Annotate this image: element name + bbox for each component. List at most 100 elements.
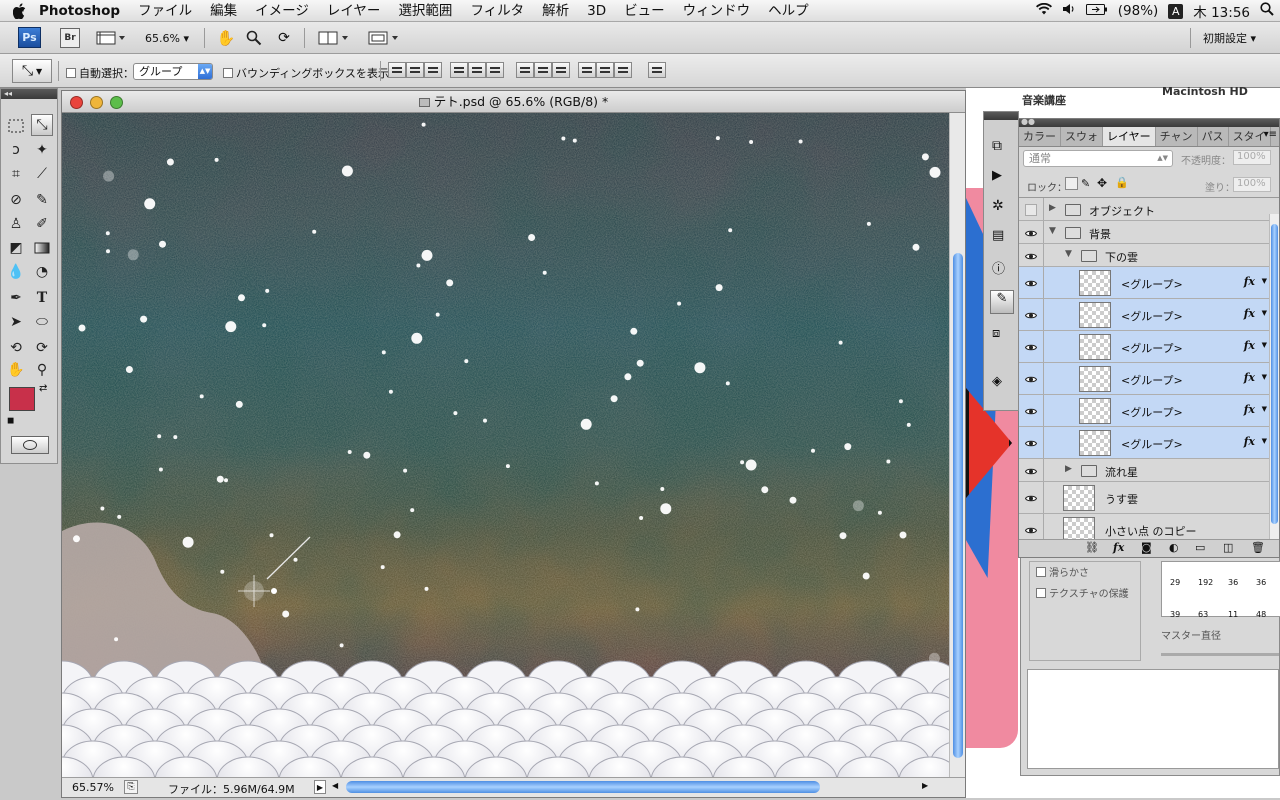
- adjustment-layer-icon[interactable]: ◐: [1169, 541, 1179, 554]
- layer-thumbnail[interactable]: [1079, 398, 1111, 424]
- brush-size[interactable]: 48: [1256, 610, 1266, 619]
- align-top-edges-button[interactable]: [388, 62, 406, 78]
- layer-row[interactable]: ▶ 流れ星: [1019, 459, 1269, 482]
- align-horizontal-centers-button[interactable]: [468, 62, 486, 78]
- tab-swatches[interactable]: スウォ: [1061, 127, 1103, 146]
- lasso-tool-icon[interactable]: ↄ: [5, 139, 27, 161]
- crop-tool-icon[interactable]: ⌗: [5, 163, 27, 185]
- pen-tool-icon[interactable]: ✒: [5, 287, 27, 309]
- expand-effects-icon[interactable]: ▼: [1262, 341, 1267, 349]
- document-canvas[interactable]: [62, 113, 951, 779]
- visibility-eye-icon[interactable]: [1024, 342, 1038, 351]
- smoothing-option[interactable]: 滑らかさ: [1036, 564, 1134, 579]
- wifi-icon[interactable]: [1035, 2, 1052, 19]
- texture-protect-option[interactable]: テクスチャの保護: [1036, 585, 1134, 600]
- layer-effects-icon[interactable]: fx: [1244, 403, 1255, 416]
- layer-row[interactable]: <グループ> fx ▼: [1019, 427, 1269, 459]
- opacity-input[interactable]: 100%: [1233, 150, 1271, 165]
- distribute-bottom-button[interactable]: [552, 62, 570, 78]
- zoom-level-dropdown[interactable]: 65.6% ▾: [140, 28, 194, 48]
- chevron-right-icon[interactable]: ▶: [1065, 464, 1072, 474]
- lock-transparency-icon[interactable]: [1065, 177, 1078, 190]
- volume-icon[interactable]: [1062, 3, 1076, 19]
- align-right-edges-button[interactable]: [486, 62, 504, 78]
- expand-effects-icon[interactable]: ▼: [1262, 405, 1267, 413]
- visibility-eye-icon[interactable]: [1024, 438, 1038, 447]
- visibility-eye-icon[interactable]: [1024, 406, 1038, 415]
- checkbox-box[interactable]: [1036, 567, 1046, 577]
- menu-window[interactable]: ウィンドウ: [674, 0, 760, 22]
- input-method-indicator[interactable]: A: [1168, 3, 1184, 19]
- marquee-tool-icon[interactable]: [5, 115, 27, 137]
- menu-view[interactable]: ビュー: [615, 0, 674, 22]
- brushes-panel-icon[interactable]: ✎: [990, 290, 1014, 314]
- navigator-panel-icon[interactable]: ✲: [992, 198, 1004, 214]
- layer-effects-icon[interactable]: fx: [1244, 275, 1255, 288]
- visibility-eye-icon[interactable]: [1024, 493, 1038, 502]
- align-vertical-centers-button[interactable]: [406, 62, 424, 78]
- layer-row[interactable]: ▶ オブジェクト: [1019, 198, 1269, 221]
- brush-size[interactable]: 11: [1228, 610, 1238, 619]
- default-colors-icon[interactable]: ◼: [7, 416, 14, 426]
- info-panel-icon[interactable]: ⓘ: [992, 258, 1005, 277]
- gradient-tool-icon[interactable]: [31, 237, 53, 259]
- lock-all-icon[interactable]: 🔒: [1115, 176, 1129, 189]
- delete-layer-icon[interactable]: 🗑: [1251, 541, 1265, 554]
- document-title-bar[interactable]: テト.psd @ 65.6% (RGB/8) *: [62, 91, 965, 113]
- status-menu-icon[interactable]: ⎘: [124, 780, 138, 794]
- menu-layer[interactable]: レイヤー: [318, 0, 390, 22]
- histogram-panel-icon[interactable]: ▤: [992, 228, 1004, 243]
- clone-source-panel-icon[interactable]: ⧈: [992, 326, 1000, 341]
- layer-effects-icon[interactable]: fx: [1244, 307, 1255, 320]
- menu-filter[interactable]: フィルタ: [461, 0, 533, 22]
- checkbox-box[interactable]: [223, 68, 233, 78]
- battery-icon[interactable]: [1085, 3, 1108, 19]
- layer-row[interactable]: 小さい点 のコピー: [1019, 514, 1269, 541]
- menu-help[interactable]: ヘルプ: [759, 0, 818, 22]
- view-extras-button[interactable]: [94, 28, 128, 48]
- chevron-right-icon[interactable]: ▶: [1049, 203, 1056, 213]
- dodge-tool-icon[interactable]: ◔: [31, 261, 53, 283]
- swap-colors-icon[interactable]: ⇄: [39, 383, 47, 394]
- visibility-eye-icon[interactable]: [1024, 251, 1038, 260]
- layer-row[interactable]: うす雲: [1019, 482, 1269, 514]
- workspace-switcher[interactable]: 初期設定 ▾: [1190, 28, 1268, 48]
- visibility-eye-icon[interactable]: [1024, 228, 1038, 237]
- layer-thumbnail[interactable]: [1063, 485, 1095, 511]
- tab-channels[interactable]: チャン: [1156, 127, 1198, 146]
- close-window-button[interactable]: [70, 96, 83, 109]
- tool-preset-picker[interactable]: ⤡ ▼: [12, 59, 52, 83]
- add-mask-icon[interactable]: ◙: [1141, 541, 1152, 554]
- vertical-scrollbar[interactable]: [949, 113, 965, 779]
- scroll-right-arrow-icon[interactable]: ▶: [922, 781, 928, 790]
- layer-thumbnail[interactable]: [1079, 334, 1111, 360]
- expand-effects-icon[interactable]: ▼: [1262, 373, 1267, 381]
- menu-image[interactable]: イメージ: [246, 0, 318, 22]
- menu-3d[interactable]: 3D: [578, 0, 615, 22]
- clock[interactable]: 木 13:56: [1193, 1, 1250, 21]
- lock-pixels-icon[interactable]: ✎: [1081, 177, 1090, 190]
- layer-effects-icon[interactable]: fx: [1244, 371, 1255, 384]
- auto-select-checkbox[interactable]: 自動選択：: [66, 65, 134, 81]
- apple-menu-icon[interactable]: [10, 0, 30, 22]
- status-arrow-icon[interactable]: ▶: [314, 780, 326, 794]
- close-panel-icon[interactable]: ●●: [1021, 117, 1035, 126]
- brush-size[interactable]: 39: [1170, 610, 1180, 619]
- distribute-top-button[interactable]: [516, 62, 534, 78]
- align-bottom-edges-button[interactable]: [424, 62, 442, 78]
- type-tool-icon[interactable]: T: [31, 287, 53, 309]
- layer-comps-panel-icon[interactable]: ◈: [992, 374, 1002, 389]
- align-left-edges-button[interactable]: [450, 62, 468, 78]
- zoom-tool-icon[interactable]: ⚲: [31, 359, 53, 381]
- layer-effects-icon[interactable]: fx: [1244, 435, 1255, 448]
- layer-row[interactable]: ▼ 下の雲: [1019, 244, 1269, 267]
- visibility-eye-icon[interactable]: [1025, 203, 1037, 216]
- auto-align-layers-button[interactable]: [648, 62, 666, 78]
- actions-panel-icon[interactable]: ▶: [992, 168, 1002, 183]
- layer-thumbnail[interactable]: [1079, 302, 1111, 328]
- menu-edit[interactable]: 編集: [201, 0, 246, 22]
- layer-thumbnail[interactable]: [1063, 517, 1095, 541]
- visibility-eye-icon[interactable]: [1024, 525, 1038, 534]
- layer-row[interactable]: <グループ> fx ▼: [1019, 363, 1269, 395]
- fill-input[interactable]: 100%: [1233, 177, 1271, 192]
